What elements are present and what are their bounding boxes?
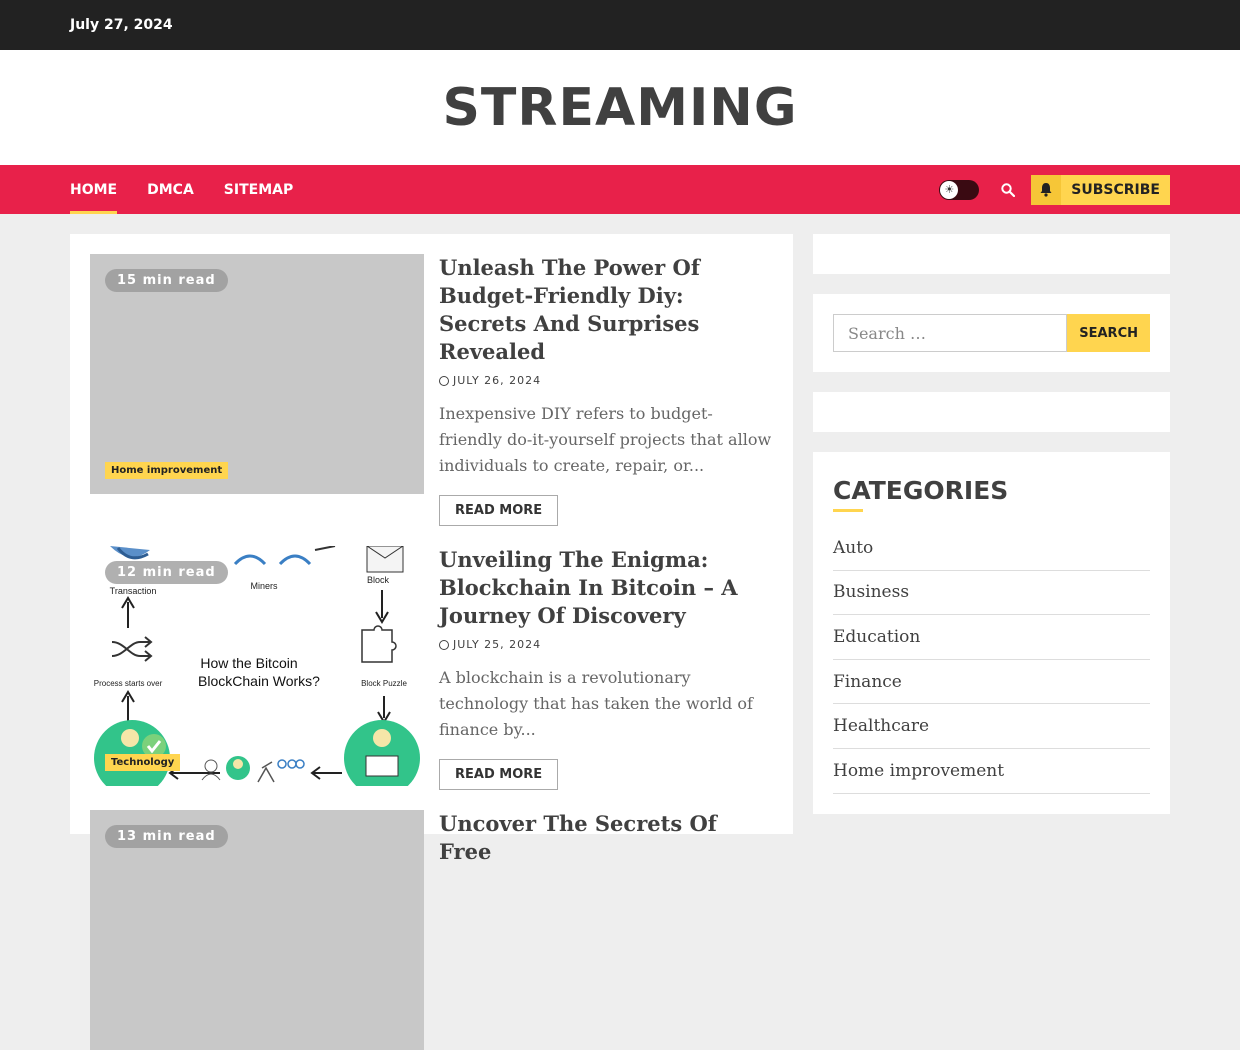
post-date: July 25, 2024: [439, 638, 773, 651]
post-title[interactable]: Unveiling The Enigma: Blockchain In Bitc…: [439, 546, 773, 630]
category-badge[interactable]: Home improvement: [105, 462, 229, 479]
diagram-label-puzzle: Block Puzzle: [361, 679, 407, 688]
post-date: July 26, 2024: [439, 374, 773, 387]
post-excerpt: Inexpensive DIY refers to budget-friendl…: [439, 404, 772, 475]
read-time-badge: 12 min read: [105, 561, 228, 584]
categories-widget: Categories Auto Business Education Finan…: [813, 452, 1170, 814]
post-title[interactable]: Uncover The Secrets Of Free: [439, 810, 773, 866]
category-badge[interactable]: Technology: [105, 754, 181, 771]
post-title[interactable]: Unleash The Power Of Budget-Friendly Diy…: [439, 254, 773, 366]
categories-title: Categories: [833, 476, 1009, 505]
diagram-label-transaction: Transaction: [110, 586, 157, 596]
sun-icon: ☀: [940, 180, 959, 199]
post-body: Unveiling The Enigma: Blockchain In Bitc…: [424, 546, 773, 790]
category-link-finance[interactable]: Finance: [833, 660, 1150, 705]
categories-list: Auto Business Education Finance Healthca…: [833, 526, 1150, 794]
empty-widget: [813, 234, 1170, 274]
post-thumbnail[interactable]: Transaction Miners Block How the Bitcoin…: [90, 546, 424, 786]
search-icon[interactable]: [995, 177, 1021, 203]
post-list: 15 min read Home improvement Unleash The…: [70, 234, 793, 1050]
category-link-education[interactable]: Education: [833, 615, 1150, 660]
post-item: Transaction Miners Block How the Bitcoin…: [90, 546, 773, 790]
post-thumbnail[interactable]: 13 min read: [90, 810, 424, 1050]
post-date-text: July 26, 2024: [453, 374, 542, 387]
read-time-badge: 15 min read: [105, 269, 228, 292]
search-submit-button[interactable]: Search: [1067, 314, 1150, 352]
clock-icon: [439, 375, 449, 386]
post-body: Uncover The Secrets Of Free: [424, 810, 773, 1050]
diagram-label-process: Process starts over: [94, 679, 163, 688]
diagram-title-line1: How the Bitcoin: [200, 655, 297, 671]
category-link-healthcare[interactable]: Healthcare: [833, 704, 1150, 749]
nav-actions: ☀ Subscribe: [939, 174, 1170, 205]
diagram-title-line2: BlockChain Works?: [198, 673, 320, 689]
search-widget: Search … Search: [813, 294, 1170, 372]
read-more-button[interactable]: Read More: [439, 759, 559, 790]
main-navigation: Home DMCA Sitemap ☀ Subscribe: [0, 165, 1240, 214]
subscribe-label: Subscribe: [1071, 181, 1160, 198]
clock-icon: [439, 639, 449, 650]
diagram-label-block: Block: [367, 575, 390, 585]
post-excerpt: A blockchain is a revolutionary technolo…: [439, 668, 753, 739]
nav-item-sitemap[interactable]: Sitemap: [224, 165, 293, 214]
site-header: STREAMING: [0, 50, 1240, 165]
empty-widget: [813, 392, 1170, 432]
sidebar: Search … Search Categories Auto Business…: [813, 234, 1170, 834]
read-time-badge: 13 min read: [105, 825, 228, 848]
nav-item-dmca[interactable]: DMCA: [147, 165, 194, 214]
post-body: Unleash The Power Of Budget-Friendly Diy…: [424, 254, 773, 526]
top-bar: July 27, 2024: [0, 0, 1240, 50]
category-link-home-improvement[interactable]: Home improvement: [833, 749, 1150, 794]
category-link-business[interactable]: Business: [833, 571, 1150, 616]
title-underline: [833, 509, 863, 512]
current-date: July 27, 2024: [70, 17, 173, 33]
read-more-button[interactable]: Read More: [439, 495, 559, 526]
post-item: 13 min read Uncover The Secrets Of Free: [90, 810, 773, 1050]
post-thumbnail[interactable]: 15 min read Home improvement: [90, 254, 424, 494]
subscribe-button[interactable]: Subscribe: [1031, 174, 1170, 205]
category-link-auto[interactable]: Auto: [833, 526, 1150, 571]
nav-item-home[interactable]: Home: [70, 165, 118, 214]
post-date-text: July 25, 2024: [453, 638, 542, 651]
dark-mode-toggle[interactable]: ☀: [939, 179, 980, 200]
site-title[interactable]: STREAMING: [442, 78, 797, 138]
post-item: 15 min read Home improvement Unleash The…: [90, 254, 773, 526]
bell-icon: [1031, 174, 1062, 205]
diagram-label-miners: Miners: [250, 581, 278, 591]
search-input[interactable]: Search …: [833, 314, 1068, 352]
